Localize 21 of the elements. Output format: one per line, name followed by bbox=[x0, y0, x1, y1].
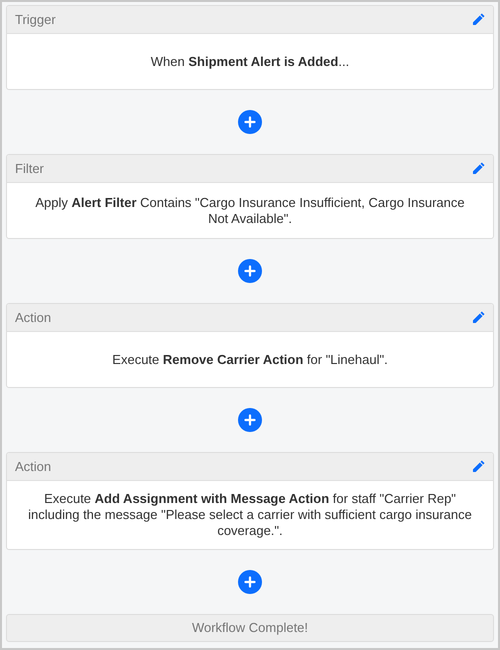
add-step-button[interactable] bbox=[238, 259, 262, 283]
footer-text: Workflow Complete! bbox=[192, 619, 308, 638]
pencil-icon[interactable] bbox=[472, 460, 485, 473]
pencil-icon[interactable] bbox=[472, 311, 485, 324]
pencil-icon[interactable] bbox=[472, 13, 485, 26]
step-description: Execute Remove Carrier Action for "Linehaul". bbox=[112, 352, 388, 368]
step-title: Action bbox=[15, 458, 52, 476]
add-step-button[interactable] bbox=[238, 408, 262, 432]
plus-icon bbox=[244, 116, 256, 128]
step-title: Trigger bbox=[15, 10, 56, 29]
step-description: Apply Alert Filter Contains "Cargo Insurance Insufficient, Cargo Insurance Not Available". bbox=[34, 194, 466, 226]
plus-icon bbox=[244, 414, 256, 426]
plus-icon bbox=[244, 576, 256, 588]
step-title: Filter bbox=[15, 160, 44, 178]
step-title: Action bbox=[15, 308, 52, 327]
step-description: Execute Add Assignment with Message Action for staff "Carrier Rep" including the message "Please select a carrier with sufficient cargo insurance coverage.". bbox=[27, 491, 473, 539]
step-description: When Shipment Alert is Added... bbox=[150, 54, 350, 70]
plus-icon bbox=[244, 265, 256, 277]
add-step-button[interactable] bbox=[238, 110, 262, 134]
add-step-button[interactable] bbox=[238, 570, 262, 594]
pencil-icon[interactable] bbox=[472, 162, 485, 175]
